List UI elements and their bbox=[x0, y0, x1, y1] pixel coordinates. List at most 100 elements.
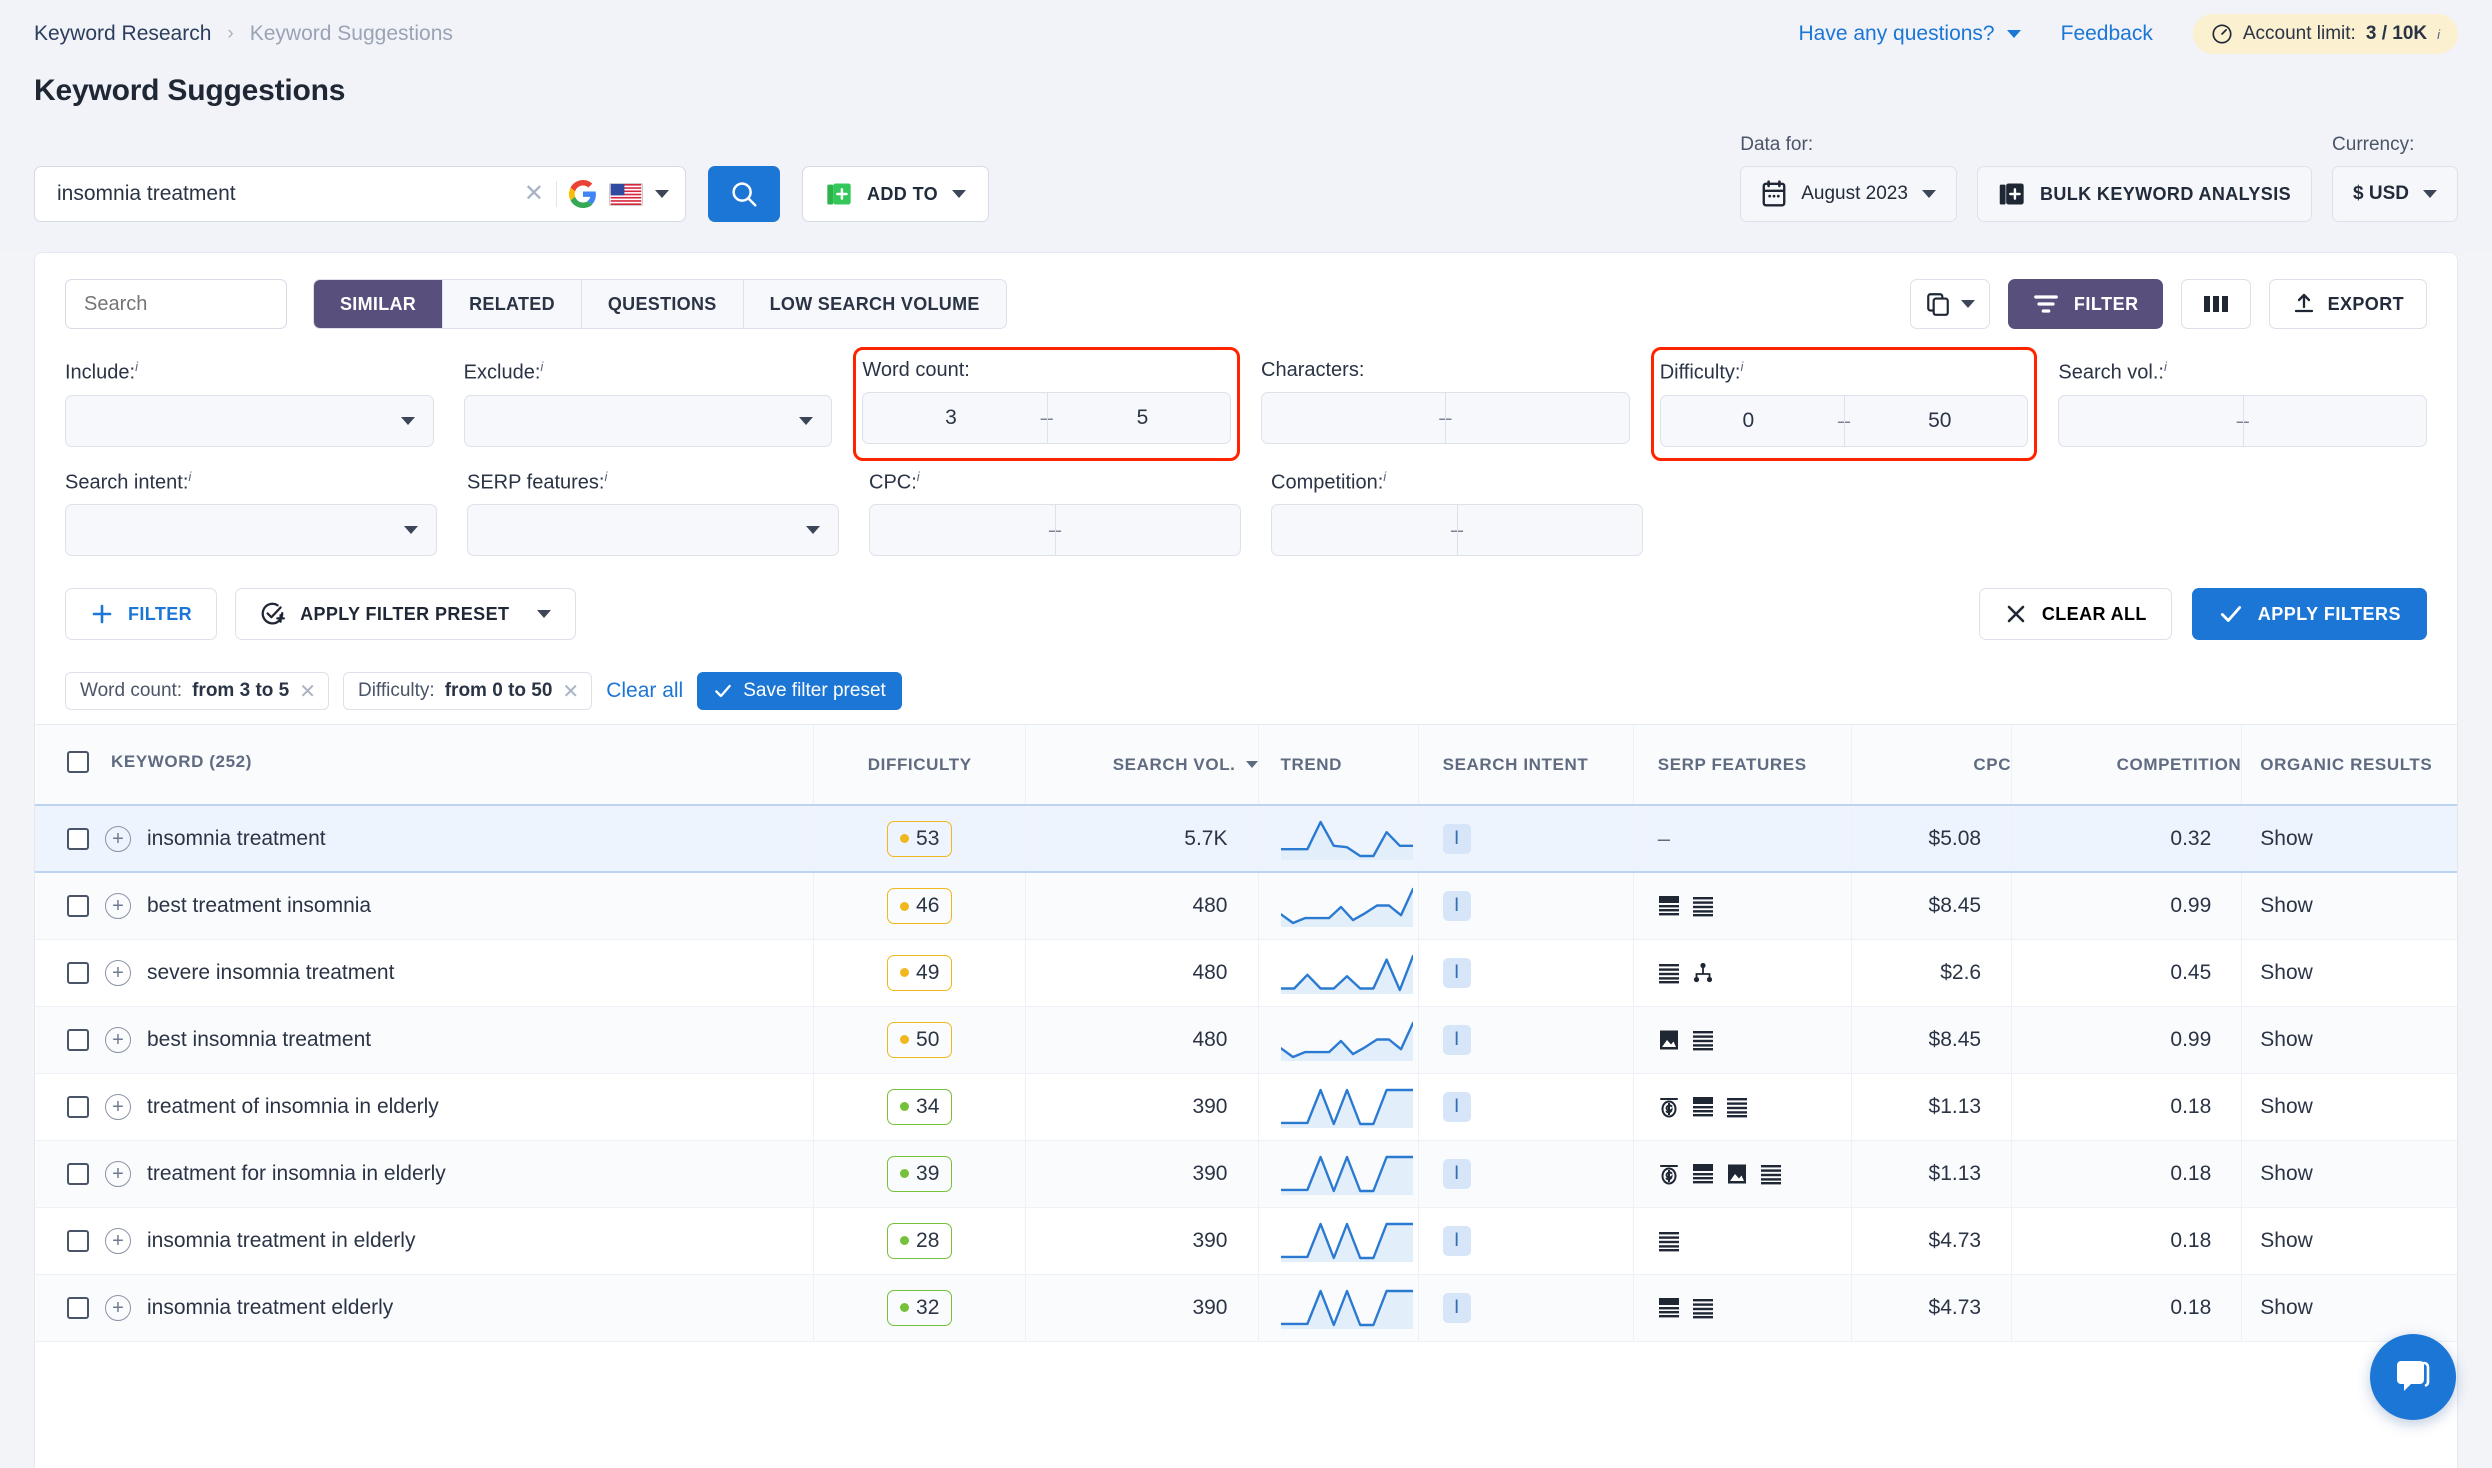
difficulty-max[interactable]: 50 bbox=[1852, 409, 2027, 433]
chat-support-button[interactable] bbox=[2370, 1334, 2456, 1420]
clear-icon[interactable]: ✕ bbox=[524, 182, 544, 206]
tab-low-search-volume[interactable]: LOW SEARCH VOLUME bbox=[744, 280, 1006, 328]
keyword-search-box[interactable]: ✕ bbox=[34, 166, 686, 222]
chips-clear-all-link[interactable]: Clear all bbox=[606, 679, 683, 703]
add-keyword-icon[interactable]: + bbox=[105, 1161, 131, 1187]
columns-button[interactable] bbox=[2181, 279, 2251, 329]
info-icon[interactable]: i bbox=[188, 469, 191, 484]
people-also-ask-icon[interactable] bbox=[1692, 895, 1714, 917]
bulk-keyword-analysis-button[interactable]: BULK KEYWORD ANALYSIS bbox=[1977, 166, 2312, 222]
keyword-search-input[interactable] bbox=[57, 182, 512, 206]
people-also-ask-icon[interactable] bbox=[1726, 1096, 1748, 1118]
sitelinks-icon[interactable] bbox=[1692, 962, 1714, 984]
copy-button[interactable] bbox=[1910, 279, 1990, 329]
search-intent-badge[interactable]: I bbox=[1443, 891, 1471, 921]
col-search-vol[interactable]: SEARCH VOL. bbox=[1026, 725, 1258, 806]
search-intent-badge[interactable]: I bbox=[1443, 1159, 1471, 1189]
add-keyword-icon[interactable]: + bbox=[105, 826, 131, 852]
show-organic-results-link[interactable]: Show bbox=[2260, 961, 2313, 984]
table-row[interactable]: + insomnia treatment elderly 32 390 I $4… bbox=[35, 1274, 2457, 1341]
breadcrumb-keyword-research[interactable]: Keyword Research bbox=[34, 22, 211, 46]
cpc-range[interactable]: – bbox=[869, 504, 1241, 556]
add-keyword-icon[interactable]: + bbox=[105, 1295, 131, 1321]
show-organic-results-link[interactable]: Show bbox=[2260, 1095, 2313, 1118]
locale-chevron-down-icon[interactable] bbox=[655, 190, 669, 198]
image-pack-icon[interactable] bbox=[1658, 1029, 1680, 1051]
search-vol-range[interactable]: – bbox=[2058, 395, 2427, 447]
search-intent-badge[interactable]: I bbox=[1443, 1025, 1471, 1055]
us-flag-icon[interactable] bbox=[609, 183, 643, 206]
row-checkbox[interactable] bbox=[67, 828, 89, 850]
add-keyword-icon[interactable]: + bbox=[105, 893, 131, 919]
col-search-intent[interactable]: SEARCH INTENT bbox=[1418, 725, 1633, 806]
show-organic-results-link[interactable]: Show bbox=[2260, 894, 2313, 917]
col-cpc[interactable]: CPC bbox=[1851, 725, 2011, 806]
close-icon[interactable]: ✕ bbox=[299, 679, 316, 704]
apply-filter-preset-button[interactable]: APPLY FILTER PRESET bbox=[235, 588, 576, 640]
google-icon[interactable] bbox=[569, 180, 597, 208]
feedback-link[interactable]: Feedback bbox=[2061, 22, 2153, 46]
people-also-ask-icon[interactable] bbox=[1692, 1029, 1714, 1051]
table-row[interactable]: + treatment for insomnia in elderly 39 3… bbox=[35, 1140, 2457, 1207]
col-keyword[interactable]: KEYWORD (252) bbox=[35, 725, 814, 806]
currency-select[interactable]: $ USD bbox=[2332, 166, 2458, 222]
clear-all-button[interactable]: CLEAR ALL bbox=[1979, 588, 2172, 640]
people-also-ask-icon[interactable] bbox=[1692, 1297, 1714, 1319]
people-also-ask-icon[interactable] bbox=[1760, 1163, 1782, 1185]
search-intent-badge[interactable]: I bbox=[1443, 824, 1471, 854]
info-icon[interactable]: i bbox=[540, 359, 543, 374]
row-checkbox[interactable] bbox=[67, 1096, 89, 1118]
info-icon[interactable]: i bbox=[135, 359, 138, 374]
row-checkbox[interactable] bbox=[67, 962, 89, 984]
row-checkbox[interactable] bbox=[67, 1029, 89, 1051]
info-icon[interactable]: i bbox=[2164, 359, 2167, 374]
col-trend[interactable]: TREND bbox=[1258, 725, 1418, 806]
row-checkbox[interactable] bbox=[67, 1163, 89, 1185]
featured-snippet-icon[interactable] bbox=[1658, 895, 1680, 917]
show-organic-results-link[interactable]: Show bbox=[2260, 1028, 2313, 1051]
info-icon[interactable]: i bbox=[2437, 27, 2440, 42]
close-icon[interactable]: ✕ bbox=[562, 679, 579, 704]
add-keyword-icon[interactable]: + bbox=[105, 1228, 131, 1254]
search-intent-badge[interactable]: I bbox=[1443, 1226, 1471, 1256]
image-pack-icon[interactable] bbox=[1726, 1163, 1748, 1185]
add-keyword-icon[interactable]: + bbox=[105, 1094, 131, 1120]
serp-features-select[interactable] bbox=[467, 504, 839, 556]
search-intent-select[interactable] bbox=[65, 504, 437, 556]
table-row[interactable]: + treatment of insomnia in elderly 34 39… bbox=[35, 1073, 2457, 1140]
table-row[interactable]: + severe insomnia treatment 49 480 I $2.… bbox=[35, 939, 2457, 1006]
col-organic-results[interactable]: ORGANIC RESULTS bbox=[2242, 725, 2457, 806]
select-all-checkbox[interactable] bbox=[67, 751, 89, 773]
characters-range[interactable]: – bbox=[1261, 392, 1630, 444]
filter-toggle-button[interactable]: FILTER bbox=[2008, 279, 2163, 329]
ads-icon[interactable] bbox=[1658, 1163, 1680, 1185]
account-limit-badge[interactable]: Account limit: 3 / 10K i bbox=[2193, 14, 2458, 54]
search-intent-badge[interactable]: I bbox=[1443, 1293, 1471, 1323]
save-filter-preset-button[interactable]: Save filter preset bbox=[697, 672, 902, 710]
have-questions-dropdown[interactable]: Have any questions? bbox=[1798, 22, 2020, 46]
show-organic-results-link[interactable]: Show bbox=[2260, 1229, 2313, 1252]
chip-difficulty[interactable]: Difficulty: from 0 to 50 ✕ bbox=[343, 672, 592, 710]
table-search-box[interactable] bbox=[65, 279, 287, 329]
include-select[interactable] bbox=[65, 395, 434, 447]
add-keyword-icon[interactable]: + bbox=[105, 960, 131, 986]
tab-questions[interactable]: QUESTIONS bbox=[582, 280, 744, 328]
date-picker-button[interactable]: August 2023 bbox=[1740, 166, 1957, 222]
show-organic-results-link[interactable]: Show bbox=[2260, 1162, 2313, 1185]
people-also-ask-icon[interactable] bbox=[1658, 962, 1680, 984]
exclude-select[interactable] bbox=[464, 395, 833, 447]
col-serp-features[interactable]: SERP FEATURES bbox=[1633, 725, 1851, 806]
add-keyword-icon[interactable]: + bbox=[105, 1027, 131, 1053]
col-difficulty[interactable]: DIFFICULTY bbox=[814, 725, 1026, 806]
difficulty-min[interactable]: 0 bbox=[1661, 409, 1836, 433]
tab-related[interactable]: RELATED bbox=[443, 280, 582, 328]
word-count-min[interactable]: 3 bbox=[863, 406, 1038, 430]
row-checkbox[interactable] bbox=[67, 1230, 89, 1252]
row-checkbox[interactable] bbox=[67, 895, 89, 917]
featured-snippet-icon[interactable] bbox=[1692, 1163, 1714, 1185]
add-to-button[interactable]: ADD TO bbox=[802, 166, 989, 222]
table-row[interactable]: + best treatment insomnia 46 480 I $8.45… bbox=[35, 872, 2457, 939]
table-row[interactable]: + insomnia treatment 53 5.7K I – $5.08 0… bbox=[35, 805, 2457, 872]
difficulty-range[interactable]: 0 – 50 bbox=[1660, 395, 2029, 447]
show-organic-results-link[interactable]: Show bbox=[2260, 827, 2313, 850]
